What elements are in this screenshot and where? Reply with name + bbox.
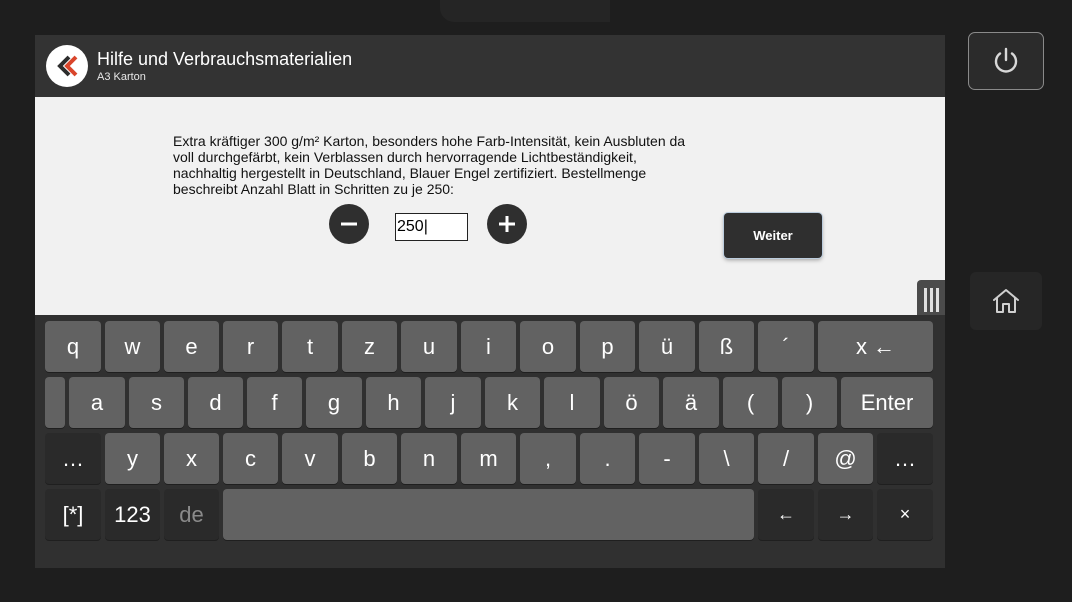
top-notch <box>440 0 610 22</box>
plus-circle-icon <box>499 216 515 232</box>
key-u[interactable]: u <box>401 321 457 372</box>
back-chevron-icon <box>57 55 78 77</box>
home-icon <box>993 289 1019 313</box>
key-at[interactable]: @ <box>818 433 873 484</box>
key-row2-left-spacer[interactable] <box>45 377 65 428</box>
key-h[interactable]: h <box>366 377 421 428</box>
key-z[interactable]: z <box>342 321 397 372</box>
power-icon <box>994 47 1018 73</box>
drag-handle-icon <box>923 288 927 312</box>
key-slash[interactable]: / <box>758 433 814 484</box>
key-c[interactable]: c <box>223 433 278 484</box>
key-o[interactable]: o <box>520 321 576 372</box>
minus-circle-icon <box>341 222 357 226</box>
key-more-right[interactable]: … <box>877 433 933 484</box>
key-arrow-left[interactable]: ← <box>758 489 814 540</box>
key-e[interactable]: e <box>164 321 219 372</box>
main-screen: Hilfe und Verbrauchsmaterialien A3 Karto… <box>35 35 945 568</box>
key-k[interactable]: k <box>485 377 540 428</box>
key-m[interactable]: m <box>461 433 516 484</box>
key-arrow-right[interactable]: → <box>818 489 873 540</box>
key-o-umlaut[interactable]: ö <box>604 377 659 428</box>
key-space[interactable] <box>223 489 754 540</box>
key-j[interactable]: j <box>425 377 481 428</box>
key-a[interactable]: a <box>69 377 125 428</box>
key-numbers[interactable]: 123 <box>105 489 160 540</box>
page-title: Hilfe und Verbrauchsmaterialien <box>97 49 353 69</box>
key-paren-open[interactable]: ( <box>723 377 778 428</box>
header-bar: Hilfe und Verbrauchsmaterialien A3 Karto… <box>35 35 945 97</box>
key-symbols[interactable]: [*] <box>45 489 101 540</box>
key-hyphen[interactable]: - <box>639 433 695 484</box>
power-button[interactable] <box>968 32 1044 90</box>
page-subtitle: A3 Karton <box>97 71 146 83</box>
key-f[interactable]: f <box>247 377 302 428</box>
device-frame: Hilfe und Verbrauchsmaterialien A3 Karto… <box>0 0 1072 602</box>
increase-button[interactable] <box>487 204 527 244</box>
key-backslash[interactable]: \ <box>699 433 754 484</box>
key-i[interactable]: i <box>461 321 516 372</box>
key-y[interactable]: y <box>105 433 160 484</box>
decrease-button[interactable] <box>329 204 369 244</box>
key-x[interactable]: x <box>164 433 219 484</box>
content-panel: Extra kräftiger 300 g/m² Karton, besonde… <box>35 97 945 315</box>
key-b[interactable]: b <box>342 433 397 484</box>
key-w[interactable]: w <box>105 321 160 372</box>
key-eszett[interactable]: ß <box>699 321 754 372</box>
key-enter[interactable]: Enter <box>841 377 933 428</box>
key-comma[interactable]: , <box>520 433 576 484</box>
key-backspace[interactable]: x ← <box>818 321 933 372</box>
key-n[interactable]: n <box>401 433 457 484</box>
key-s[interactable]: s <box>129 377 184 428</box>
key-close-keyboard[interactable]: × <box>877 489 933 540</box>
key-a-umlaut[interactable]: ä <box>663 377 719 428</box>
weiter-button[interactable]: Weiter <box>724 213 822 258</box>
key-more-left[interactable]: … <box>45 433 101 484</box>
back-button[interactable] <box>46 45 88 87</box>
key-language[interactable]: de <box>164 489 219 540</box>
key-period[interactable]: . <box>580 433 635 484</box>
key-d[interactable]: d <box>188 377 243 428</box>
on-screen-keyboard: q w e r t z u i o p ü ß ´ x ← a s d f g … <box>35 315 945 568</box>
key-p[interactable]: p <box>580 321 635 372</box>
product-description: Extra kräftiger 300 g/m² Karton, besonde… <box>173 133 686 197</box>
key-v[interactable]: v <box>282 433 338 484</box>
quantity-input[interactable] <box>395 213 468 241</box>
key-r[interactable]: r <box>223 321 278 372</box>
key-u-umlaut[interactable]: ü <box>639 321 695 372</box>
home-button[interactable] <box>970 272 1042 330</box>
key-q[interactable]: q <box>45 321 101 372</box>
key-t[interactable]: t <box>282 321 338 372</box>
key-g[interactable]: g <box>306 377 362 428</box>
key-acute[interactable]: ´ <box>758 321 814 372</box>
key-paren-close[interactable]: ) <box>782 377 837 428</box>
key-l[interactable]: l <box>544 377 600 428</box>
keyboard-drag-handle[interactable] <box>917 280 945 320</box>
